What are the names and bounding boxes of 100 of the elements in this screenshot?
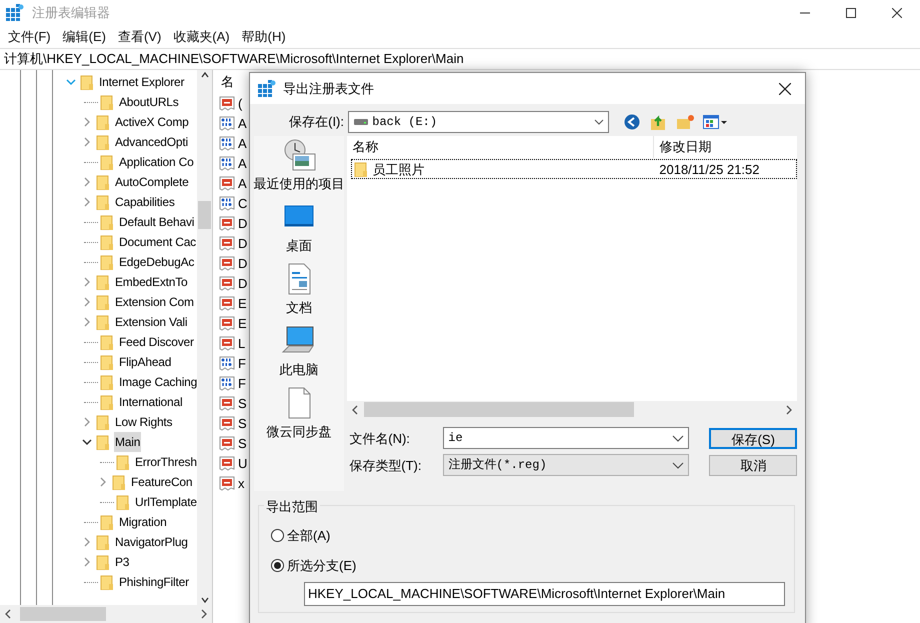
branch-path-field[interactable]: HKEY_LOCAL_MACHINE\SOFTWARE\Microsoft\Internet Explorer\Main — [304, 582, 785, 606]
view-menu-button[interactable] — [702, 112, 728, 132]
tree-item[interactable]: ActiveX Comp — [114, 112, 190, 132]
tree-item[interactable]: UrlTemplate — [134, 492, 197, 512]
menu-item[interactable]: 帮助(H) — [236, 27, 292, 47]
string-value-icon — [219, 216, 235, 232]
string-value-icon — [219, 476, 235, 492]
value-name[interactable]: A — [238, 174, 247, 194]
tree-item[interactable]: Extension Vali — [114, 312, 188, 332]
folder-icon — [96, 314, 110, 330]
horizontal-scrollbar[interactable] — [0, 605, 212, 623]
tree-item[interactable]: EdgeDebugAc — [118, 252, 196, 272]
scrollbar-thumb[interactable] — [364, 402, 634, 418]
radio-option[interactable]: 所选分支(E) — [271, 552, 356, 578]
folder-icon — [80, 74, 94, 90]
tree-item[interactable]: FlipAhead — [118, 352, 172, 372]
tree-item[interactable]: ErrorThresh — [134, 452, 197, 472]
folder-icon — [96, 294, 110, 310]
new-folder-button[interactable] — [675, 112, 695, 132]
address-bar[interactable]: 计算机\HKEY_LOCAL_MACHINE\SOFTWARE\Microsoft\Internet Explorer\Main — [0, 48, 920, 70]
folder-icon — [96, 114, 110, 130]
location-dropdown[interactable]: back (E:) — [348, 111, 609, 133]
tree-item[interactable]: AdvancedOpti — [114, 132, 189, 152]
string-value-icon — [219, 416, 235, 432]
value-name[interactable]: A — [238, 154, 247, 174]
folder-icon — [100, 574, 114, 590]
cancel-button[interactable]: 取消 — [709, 454, 798, 476]
string-value-icon — [219, 236, 235, 252]
value-name[interactable]: D — [238, 254, 248, 274]
file-row[interactable]: 员工照片 2018/11/25 21:52 — [351, 159, 798, 180]
string-value-icon — [219, 176, 235, 192]
scrollbar-thumb[interactable] — [198, 201, 211, 229]
menu-item[interactable]: 文件(F) — [2, 27, 57, 47]
string-value-icon — [219, 256, 235, 272]
tree-item[interactable]: Migration — [118, 512, 168, 532]
tree-item[interactable]: Extension Com — [114, 292, 195, 312]
tree-item[interactable]: Capabilities — [114, 192, 176, 212]
tree-item[interactable]: Application Co — [118, 152, 195, 172]
value-name[interactable]: F — [238, 374, 246, 394]
column-header[interactable]: 修改日期 — [654, 136, 712, 158]
folder-icon — [96, 194, 110, 210]
tree-item[interactable]: AutoComplete — [114, 172, 190, 192]
value-name[interactable]: S — [238, 414, 247, 434]
value-name[interactable]: x — [238, 474, 244, 494]
sidebar-place[interactable]: 此电脑 — [254, 324, 344, 386]
column-header[interactable]: 名称 — [347, 136, 654, 158]
tree-item[interactable]: Main — [114, 432, 142, 452]
tree-item[interactable]: Low Rights — [114, 412, 174, 432]
file-type-dropdown[interactable]: 注册文件(*.reg) — [443, 454, 690, 476]
tree-item[interactable]: P3 — [114, 552, 130, 572]
tree-item[interactable]: Internet Explorer — [98, 72, 186, 92]
scroll-left-icon[interactable] — [4, 609, 12, 619]
sidebar-place[interactable]: 桌面 — [254, 200, 344, 262]
menu-item[interactable]: 编辑(E) — [56, 27, 112, 47]
tree-item[interactable]: International — [118, 392, 184, 412]
tree-item[interactable]: PhishingFilter — [118, 572, 190, 592]
tree-item[interactable]: Feed Discover — [118, 332, 195, 352]
radio-option[interactable]: 全部(A) — [271, 522, 330, 548]
scrollbar-thumb[interactable] — [20, 607, 106, 621]
tree-item[interactable]: Document Cac — [118, 232, 197, 252]
folder-icon — [116, 494, 130, 510]
scroll-up-icon[interactable] — [200, 70, 210, 80]
menu-item[interactable]: 查看(V) — [112, 27, 168, 47]
value-name[interactable]: S — [238, 434, 247, 454]
close-icon — [892, 8, 902, 18]
value-name[interactable]: A — [238, 114, 247, 134]
value-name[interactable]: ( — [238, 94, 242, 114]
folder-icon — [354, 161, 368, 178]
sidebar-place[interactable]: 微云同步盘 — [254, 386, 344, 448]
horizontal-scrollbar[interactable] — [347, 401, 798, 418]
back-button[interactable] — [622, 112, 642, 132]
value-name[interactable]: E — [238, 314, 247, 334]
value-name[interactable]: A — [238, 134, 247, 154]
value-name[interactable]: F — [238, 354, 246, 374]
tree-item[interactable]: FeatureCon — [130, 472, 194, 492]
tree-item[interactable]: EmbedExtnTo — [114, 272, 189, 292]
value-name[interactable]: D — [238, 214, 248, 234]
string-value-icon — [219, 296, 235, 312]
value-name[interactable]: L — [238, 334, 246, 354]
sidebar-place[interactable]: 最近使用的项目 — [254, 138, 344, 200]
tree-item[interactable]: NavigatorPlug — [114, 532, 189, 552]
scroll-left-icon[interactable] — [351, 404, 360, 415]
tree-item[interactable]: AboutURLs — [118, 92, 180, 112]
string-value-icon — [219, 96, 235, 112]
scroll-down-icon[interactable] — [200, 595, 210, 605]
value-name[interactable]: D — [238, 274, 248, 294]
tree-item[interactable]: Default Behavi — [118, 212, 196, 232]
value-name[interactable]: C — [238, 194, 248, 214]
value-name[interactable]: E — [238, 294, 247, 314]
save-button[interactable]: 保存(S) — [709, 428, 798, 449]
file-name-field[interactable]: ie — [443, 427, 690, 450]
sidebar-place[interactable]: 文档 — [254, 262, 344, 324]
menu-item[interactable]: 收藏夹(A) — [167, 27, 236, 47]
tree-item[interactable]: Image Caching — [118, 372, 197, 392]
value-name[interactable]: D — [238, 234, 248, 254]
folder-icon — [100, 514, 114, 530]
value-name[interactable]: U — [238, 454, 248, 474]
value-name[interactable]: S — [238, 394, 247, 414]
scroll-right-icon[interactable] — [785, 404, 794, 415]
scroll-right-icon[interactable] — [200, 609, 208, 619]
